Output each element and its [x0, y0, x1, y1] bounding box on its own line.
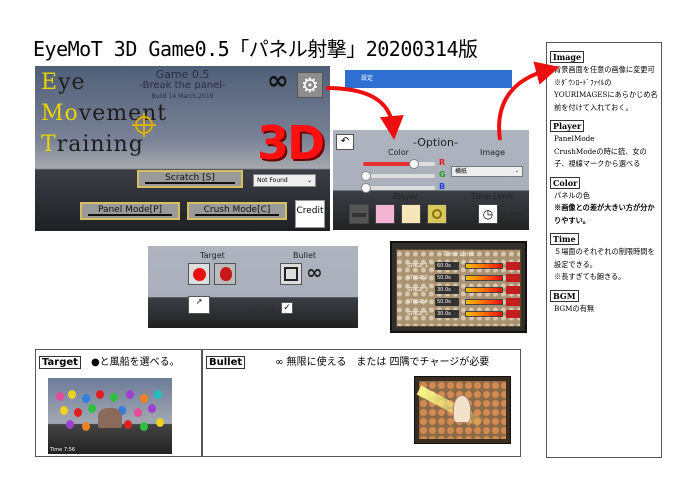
red-dot-icon	[193, 268, 206, 281]
note-image: Image 背景画面を任意の画像に変更可 ※ﾀﾞｳﾝﾛｰﾄﾞﾌｧｲﾙのYOURI…	[550, 45, 658, 114]
rgb-g-label: G	[439, 170, 446, 179]
mini-header	[48, 378, 172, 386]
gun-icon	[505, 208, 523, 212]
badge-3d: 3D	[257, 116, 325, 170]
logo-line-training: Training	[41, 132, 144, 157]
time-row: STAGE 4 50.0s	[407, 298, 523, 307]
chevron-down-icon: ⌄	[514, 168, 519, 174]
rgb-b-label: B	[439, 182, 446, 191]
device-dropdown[interactable]: Not Found ⌄	[253, 174, 316, 187]
time-limit-board: Time Limit STAGE 1 60.0s STAGE 2 50.0s STA…	[396, 249, 521, 327]
note-time: Time ５場面のそれぞれの制限時間を設定できる。 ※長すぎても飽きる。	[550, 227, 658, 284]
bullet-charge-option[interactable]	[280, 263, 302, 285]
slider-blue[interactable]	[361, 183, 435, 193]
player-girl-icon[interactable]	[375, 204, 395, 224]
corner-charge-icon	[284, 267, 298, 281]
notes-column: Image 背景画面を任意の画像に変更可 ※ﾀﾞｳﾝﾛｰﾄﾞﾌｧｲﾙのYOURI…	[546, 42, 662, 458]
crush-mode-button[interactable]: Crush Mode[C]	[187, 202, 287, 220]
slider-red[interactable]	[363, 159, 435, 169]
time-row: STAGE 3 30.0s	[407, 286, 523, 295]
image-label: Image	[480, 148, 506, 157]
player-girl2-icon[interactable]	[401, 204, 421, 224]
target-dot-option[interactable]	[188, 263, 210, 285]
time-row: STAGE 1 60.0s	[407, 262, 523, 271]
charge-game-screenshot	[414, 376, 511, 444]
clock-icon[interactable]: ◷	[478, 204, 498, 224]
mini-time: Time 7:56	[50, 447, 76, 453]
arrow-to-option	[325, 86, 404, 140]
target-description-box: Target ●と風船を選べる。 Time 7:56	[35, 349, 202, 457]
target-bullet-panel-screenshot: Target Bullet ∞ ↗ BGM ✓	[148, 246, 358, 328]
color-label: Color	[388, 148, 409, 157]
girl-character	[453, 395, 471, 423]
player-gaze-icon[interactable]	[427, 204, 447, 224]
note-color: Color パネルの色 ※画像との差が大きい方が分かりやすい。	[550, 171, 658, 228]
balloon-icon	[220, 267, 232, 281]
logo-line-eye: Eye	[41, 70, 86, 95]
rgb-r-label: R	[439, 158, 446, 167]
bgm-label: BGM	[256, 304, 275, 313]
slider-green[interactable]	[361, 171, 435, 181]
balloon-game-screenshot: Time 7:56	[48, 378, 172, 454]
infinity-icon[interactable]: ∞	[267, 66, 289, 96]
infinity-bullet-icon[interactable]: ∞	[306, 260, 323, 284]
bullet-label: Bullet	[293, 251, 317, 260]
settings-bar[interactable]: 設定	[345, 70, 512, 88]
credit-button[interactable]: Credit	[295, 200, 325, 228]
target-balloon-option[interactable]	[214, 263, 236, 285]
gear-icon[interactable]: ⚙	[297, 72, 323, 98]
time-limit-title: Time Limit	[442, 251, 475, 258]
bullet-description-box: Bullet ∞ 無限に使える または 四隅でチャージが必要	[202, 349, 521, 457]
note-bgm: BGM BGMの有無	[550, 284, 658, 316]
main-title-screenshot: Game 0.5 -Break the panel- Build 14 Marc…	[35, 66, 330, 231]
back-arrow-icon[interactable]: ↶	[336, 134, 354, 150]
option-panel-screenshot: ↶ -Option- Color Image R G B 横紙 ⌄ Player …	[333, 130, 529, 230]
bullet-caption: Bullet ∞ 無限に使える または 四隅でチャージが必要	[206, 353, 489, 369]
document-title: EyeMoT 3D Game0.5「パネル射撃」20200314版	[33, 37, 478, 61]
target-caption: Target ●と風船を選べる。	[39, 353, 180, 369]
share-icon[interactable]: ↗	[188, 296, 210, 314]
player-label: Player	[393, 192, 418, 201]
gaze-target-icon	[132, 113, 156, 137]
time-row: STAGE 5 30.0s	[407, 310, 523, 319]
target-label: Target	[200, 251, 225, 260]
time-row: STAGE 2 50.0s	[407, 274, 523, 283]
player-gun-icon[interactable]	[349, 204, 369, 224]
scratch-button[interactable]: Scratch [S]	[137, 170, 243, 188]
note-player: Player PanelMode CrushModeの時に銃、女の子、視線マーク…	[550, 114, 658, 171]
girl-character	[98, 408, 122, 428]
bgm-checkbox[interactable]: ✓	[281, 302, 293, 314]
time-limit-panel-screenshot: Time Limit STAGE 1 60.0s STAGE 2 50.0s STA…	[390, 241, 527, 333]
option-title: -Option-	[413, 136, 458, 149]
image-select[interactable]: 横紙 ⌄	[451, 166, 523, 177]
chevron-down-icon: ⌄	[306, 177, 312, 184]
panel-mode-button[interactable]: Panel Mode[P]	[80, 202, 180, 220]
time-limit-label: Time Limit	[471, 192, 513, 201]
